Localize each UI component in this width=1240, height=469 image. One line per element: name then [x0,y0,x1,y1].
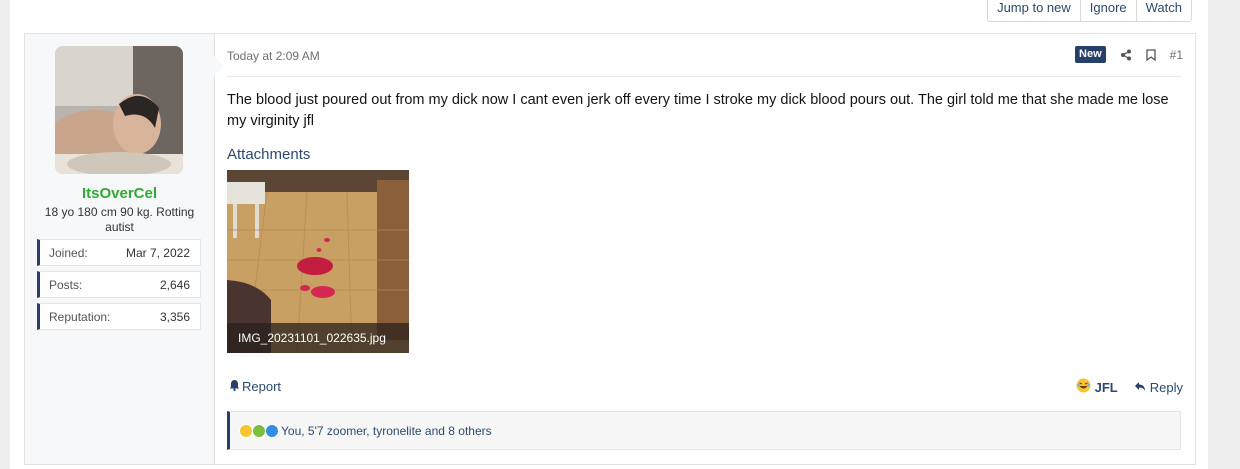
report-label: Report [242,379,282,394]
jump-to-new-button[interactable]: Jump to new [988,0,1080,21]
avatar[interactable] [55,46,183,174]
reply-icon [1134,380,1146,395]
post-body: The blood just poured out from my dick n… [227,92,1169,129]
watch-button[interactable]: Watch [1135,0,1191,21]
jfl-label: JFL [1094,379,1118,395]
post-number[interactable]: #1 [1170,48,1183,62]
reply-button[interactable]: Reply [1134,380,1183,395]
stat-value: Mar 7, 2022 [125,245,190,260]
post-attribution: New #1 [1075,46,1183,63]
user-info-panel: ItsOverCel 18 yo 180 cm 90 kg. Rotting a… [25,34,224,464]
page: Jump to new Ignore Watch ItsOverCel 18 y [10,0,1208,469]
post-date[interactable]: Today at 2:09 AM [227,49,320,63]
report-link[interactable]: Report [229,379,281,394]
stat-key: Reputation: [49,309,111,324]
reactions-list[interactable]: You, 5'7 zoomer, tyronelite and 8 others [281,424,492,438]
bell-icon [229,379,240,394]
reply-label: Reply [1149,379,1183,395]
stat-value[interactable]: 2,646 [160,278,190,292]
share-icon[interactable] [1120,49,1132,61]
stat-reputation: Reputation: 3,356 [37,303,201,330]
post-actions: JFL Reply [1076,378,1183,396]
attachments-heading: Attachments [227,146,311,163]
attachment-filename: IMG_20231101_022635.jpg [227,323,409,353]
bookmark-icon[interactable] [1145,48,1156,61]
stat-value: 3,356 [159,309,190,324]
attachment-thumbnail[interactable]: IMG_20231101_022635.jpg [227,170,409,353]
laughing-emoji-icon [239,423,253,438]
reaction-icons [239,423,279,438]
reactions-bar: You, 5'7 zoomer, tyronelite and 8 others [227,411,1181,450]
sick-emoji-icon [252,423,266,438]
post: ItsOverCel 18 yo 180 cm 90 kg. Rotting a… [24,33,1196,465]
thread-toolbar: Jump to new Ignore Watch [987,0,1192,22]
jfl-reaction-button[interactable]: JFL [1076,378,1118,396]
stat-posts: Posts: 2,646 [37,271,201,298]
post-main: Today at 2:09 AM New #1 The blood just p… [215,34,1195,464]
divider [227,76,1181,77]
user-title: 18 yo 180 cm 90 kg. Rotting autist [44,205,195,234]
new-badge: New [1075,46,1106,63]
info-emoji-icon [265,423,279,438]
ignore-button[interactable]: Ignore [1079,0,1136,21]
laughing-emoji-icon [1076,378,1091,396]
stat-key: Joined: [49,245,88,260]
stat-key: Posts: [49,277,83,292]
username[interactable]: ItsOverCel [25,185,214,202]
stat-joined: Joined: Mar 7, 2022 [37,239,201,266]
